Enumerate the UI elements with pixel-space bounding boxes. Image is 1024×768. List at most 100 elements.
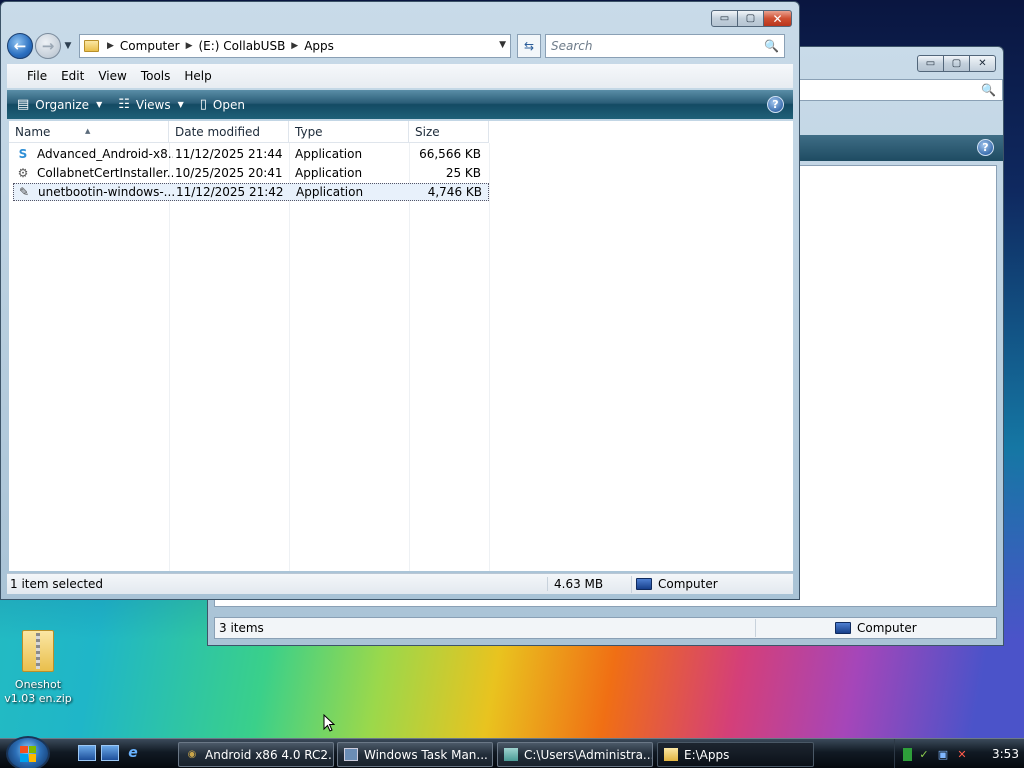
command-bar: ▤ Organize ▼ ☷ Views ▼ ▯ Open ? [7, 90, 793, 119]
back-button[interactable]: ← [7, 33, 33, 59]
bg-computer-icon [835, 622, 851, 634]
file-size: 66,566 KB [419, 147, 481, 161]
taskbar-button-apps-folder[interactable]: E:\Apps [657, 742, 814, 767]
desktop-icon-label: Oneshot v1.03 en.zip [4, 678, 72, 705]
recent-pages-dropdown[interactable]: ▼ [61, 41, 75, 51]
quick-launch: e [78, 745, 147, 761]
status-location: Computer [658, 577, 718, 591]
organize-icon: ▤ [17, 97, 30, 112]
views-button[interactable]: ☷ Views ▼ [118, 97, 184, 112]
computer-icon [636, 578, 652, 590]
file-name: Advanced_Android-x8... [37, 147, 173, 161]
organize-button[interactable]: ▤ Organize ▼ [17, 97, 102, 112]
file-name: unetbootin-windows-... [38, 185, 174, 199]
column-date-modified[interactable]: Date modified [169, 121, 289, 143]
sort-ascending-icon: ▲ [85, 127, 91, 135]
status-bar: 1 item selected 4.63 MB Computer [7, 573, 793, 594]
table-row[interactable]: S Advanced_Android-x8... 11/12/2025 21:4… [13, 145, 489, 163]
window-caption-buttons: ▭ ▢ ✕ [711, 10, 792, 27]
file-type: Application [295, 147, 363, 161]
android-icon: ◉ [187, 749, 197, 760]
minimize-button[interactable]: ▭ [711, 10, 738, 27]
selection-status: 1 item selected [10, 577, 104, 591]
breadcrumb-drive[interactable]: ▶ (E:) CollabUSB [186, 39, 286, 53]
file-date: 11/12/2025 21:42 [176, 185, 284, 199]
explorer-window[interactable]: ▭ ▢ ✕ ← → ▼ ▶ Computer ▶ (E:) CollabUSB ▶ A… [0, 1, 800, 600]
bg-minimize-button[interactable]: ▭ [917, 55, 944, 72]
file-date: 11/12/2025 21:44 [175, 147, 283, 161]
file-size: 4,746 KB [427, 185, 482, 199]
taskbar-button-android[interactable]: ◉ Android x86 4.0 RC2... [178, 742, 334, 767]
file-list[interactable]: ▲ Name Date modified Type Size S Advance… [9, 121, 793, 571]
bg-search-icon: 🔍 [981, 83, 996, 97]
android-installer-icon: S [18, 147, 28, 161]
maximize-button[interactable]: ▢ [737, 10, 764, 27]
system-tray: ✓ ▣ ✕ 3:53 [894, 739, 1024, 768]
table-row[interactable]: ⚙ CollabnetCertInstaller.... 10/25/2025 … [13, 164, 489, 182]
battery-icon[interactable] [903, 747, 912, 761]
start-button[interactable] [6, 736, 50, 768]
close-button[interactable]: ✕ [763, 10, 792, 27]
windows-logo-icon [20, 745, 36, 762]
menu-edit[interactable]: Edit [61, 69, 84, 83]
open-button[interactable]: ▯ Open [200, 97, 245, 112]
bg-window-caption-buttons: ▭ ▢ ✕ [917, 55, 996, 72]
file-size: 25 KB [445, 166, 481, 180]
refresh-button[interactable]: ⇆ [517, 34, 541, 58]
safety-icon[interactable]: ✓ [917, 748, 931, 761]
folder-icon [664, 748, 678, 761]
switch-windows-icon[interactable] [101, 745, 119, 761]
navigation-row: ← → ▼ ▶ Computer ▶ (E:) CollabUSB ▶ Apps ▼ … [7, 31, 793, 61]
taskbar-button-users-folder[interactable]: C:\Users\Administra... [497, 742, 653, 767]
search-icon[interactable]: 🔍 [764, 39, 779, 53]
document-icon: ▯ [199, 97, 207, 112]
help-icon[interactable]: ? [767, 96, 784, 113]
folder-icon [84, 40, 99, 52]
folder-icon [504, 748, 518, 761]
desktop-icon-oneshot-zip[interactable]: Oneshot v1.03 en.zip [4, 630, 72, 706]
menu-help[interactable]: Help [184, 69, 211, 83]
bg-help-icon[interactable]: ? [977, 139, 994, 156]
column-size[interactable]: Size [409, 121, 489, 143]
bg-item-count: 3 items [219, 621, 264, 635]
column-headers: ▲ Name Date modified Type Size [9, 121, 489, 143]
forward-button[interactable]: → [35, 33, 61, 59]
file-type: Application [296, 185, 364, 199]
clock[interactable]: 3:53 [992, 747, 1019, 761]
mouse-cursor-icon [323, 714, 335, 732]
certificate-installer-icon: ⚙ [17, 166, 29, 180]
file-name: CollabnetCertInstaller.... [37, 166, 173, 180]
bg-close-button[interactable]: ✕ [969, 55, 996, 72]
bg-status-bar: 3 items Computer [214, 617, 997, 639]
search-input[interactable]: Search 🔍 [545, 34, 785, 58]
unetbootin-icon: ✎ [18, 185, 30, 199]
column-name[interactable]: ▲ Name [9, 121, 169, 143]
selection-size: 4.63 MB [547, 577, 631, 591]
bg-maximize-button[interactable]: ▢ [943, 55, 970, 72]
menu-bar: File Edit View Tools Help [7, 64, 793, 88]
volume-muted-icon[interactable]: ✕ [955, 748, 969, 761]
breadcrumb-computer[interactable]: ▶ Computer [107, 39, 180, 53]
task-manager-icon [344, 748, 358, 761]
table-row-selected[interactable]: ✎ unetbootin-windows-... 11/12/2025 21:4… [13, 183, 489, 201]
taskbar: e ◉ Android x86 4.0 RC2... Windows Task … [0, 736, 1024, 768]
forward-arrow-icon: → [41, 37, 55, 55]
taskbar-button-task-manager[interactable]: Windows Task Man... [337, 742, 493, 767]
menu-tools[interactable]: Tools [141, 69, 171, 83]
chevron-down-icon: ▼ [96, 100, 103, 109]
column-type[interactable]: Type [289, 121, 409, 143]
zip-folder-icon [22, 630, 54, 672]
menu-view[interactable]: View [98, 69, 126, 83]
show-desktop-icon[interactable] [78, 745, 96, 761]
bg-status-location: Computer [857, 621, 917, 635]
file-date: 10/25/2025 20:41 [175, 166, 283, 180]
back-arrow-icon: ← [13, 37, 27, 55]
address-bar[interactable]: ▶ Computer ▶ (E:) CollabUSB ▶ Apps ▼ [79, 34, 511, 58]
network-icon[interactable]: ▣ [936, 748, 950, 761]
breadcrumb-apps[interactable]: ▶ Apps [291, 39, 334, 53]
views-icon: ☷ [118, 97, 130, 112]
internet-explorer-icon[interactable]: e [124, 745, 142, 761]
search-placeholder: Search [551, 39, 593, 53]
menu-file[interactable]: File [27, 69, 47, 83]
address-dropdown-icon[interactable]: ▼ [499, 40, 506, 50]
